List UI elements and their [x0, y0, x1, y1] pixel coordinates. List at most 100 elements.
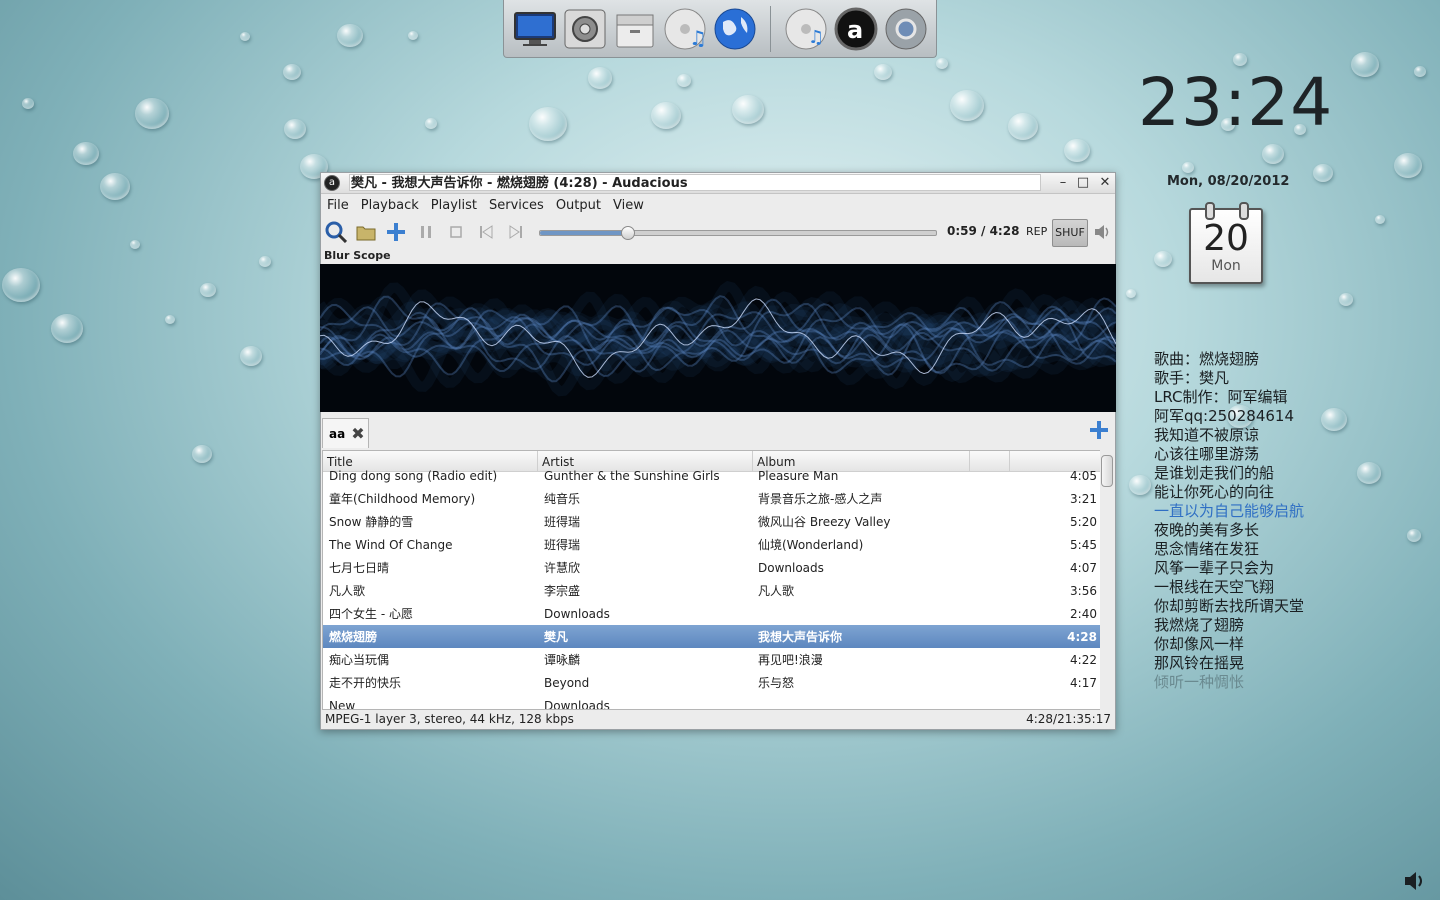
water-drop — [1394, 153, 1422, 179]
lyric-line: LRC制作：阿军编辑 — [1154, 388, 1288, 406]
water-drop — [936, 58, 948, 69]
track-title: 痴心当玩偶 — [329, 653, 390, 667]
track-title: 七月七日晴 — [329, 561, 390, 575]
calendar-day: 20 — [1203, 218, 1249, 259]
playlist-row[interactable]: 走不开的快乐 Beyond 乐与怒 4:17 — [323, 671, 1101, 694]
app-icon[interactable]: a — [324, 175, 340, 191]
playlist-scrollbar[interactable] — [1100, 450, 1114, 710]
water-drop — [1262, 144, 1284, 164]
seek-progress — [540, 231, 628, 235]
water-drop — [1375, 215, 1385, 224]
pause-button[interactable] — [411, 217, 441, 247]
water-drop — [651, 102, 681, 129]
file-manager-icon[interactable] — [612, 6, 658, 52]
playlist-row[interactable]: Ding dong song (Radio edit) Gunther & the… — [323, 464, 1101, 487]
previous-button[interactable] — [471, 217, 501, 247]
track-length: 2:40 — [1070, 606, 1097, 621]
water-drop — [1008, 113, 1038, 140]
track-length: 4:07 — [1070, 560, 1097, 575]
shuffle-toggle[interactable]: SHUF — [1052, 219, 1088, 247]
water-drop — [1064, 139, 1090, 163]
music-player-icon[interactable]: ♫ — [662, 6, 708, 52]
seek-slider[interactable] — [539, 226, 937, 240]
audacious-icon[interactable]: a — [833, 6, 879, 52]
water-drop — [283, 64, 301, 81]
playlist-row[interactable]: 痴心当玩偶 谭咏麟 再见吧!浪漫 4:22 — [323, 648, 1101, 671]
playlist-row[interactable]: 凡人歌 李宗盛 凡人歌 3:56 — [323, 579, 1101, 602]
calendar-widget[interactable]: 20 Mon — [1189, 202, 1263, 284]
settings-icon[interactable] — [562, 6, 608, 52]
playlist-row[interactable]: The Wind Of Change 班得瑞 仙境(Wonderland) 5:45 — [323, 533, 1101, 556]
calendar-weekday: Mon — [1211, 258, 1241, 274]
visualizer-label: Blur Scope — [324, 249, 391, 262]
water-drop — [1129, 475, 1151, 495]
track-artist: Downloads — [544, 606, 610, 621]
toolbar: 0:59 / 4:28 REP SHUF — [321, 216, 1115, 248]
chrome-icon[interactable] — [883, 6, 929, 52]
lyric-line: 我知道不被原谅 — [1154, 426, 1260, 444]
water-drop — [240, 32, 250, 41]
stop-button[interactable] — [441, 217, 471, 247]
playlist-tab[interactable]: aa ✖ — [322, 418, 369, 448]
repeat-toggle[interactable]: REP — [1026, 225, 1047, 238]
track-title: 童年(Childhood Memory) — [329, 492, 476, 506]
water-drop — [192, 445, 212, 463]
blur-scope-visualizer — [315, 264, 1121, 412]
track-title: 燃烧翅膀 — [329, 630, 378, 644]
playlist-row[interactable]: 童年(Childhood Memory) 纯音乐 背景音乐之旅-感人之声 3:21 — [323, 487, 1101, 510]
water-drop — [1339, 293, 1353, 306]
browser-globe-icon[interactable] — [712, 6, 758, 52]
menu-output[interactable]: Output — [550, 198, 607, 213]
window-title: 樊凡 - 我想大声告诉你 - 燃烧翅膀 (4:28) - Audacious — [349, 174, 1041, 191]
monitor-icon[interactable] — [512, 6, 558, 52]
seek-handle[interactable] — [621, 226, 636, 240]
close-button[interactable]: ✕ — [1095, 174, 1115, 192]
new-playlist-button[interactable] — [1089, 420, 1109, 444]
menu-bar: File Playback Playlist Services Output V… — [321, 194, 1115, 216]
plus-icon — [1090, 421, 1108, 439]
maximize-button[interactable]: □ — [1073, 174, 1093, 192]
menu-services[interactable]: Services — [483, 198, 550, 213]
add-button[interactable] — [381, 217, 411, 247]
water-drop — [950, 90, 984, 121]
minimize-button[interactable]: – — [1053, 174, 1073, 192]
title-bar[interactable]: a 樊凡 - 我想大声告诉你 - 燃烧翅膀 (4:28) - Audacious… — [321, 173, 1115, 194]
water-drop — [284, 119, 306, 139]
water-drop — [588, 67, 612, 89]
menu-file[interactable]: File — [321, 198, 355, 213]
search-button[interactable] — [321, 217, 351, 247]
dock: ♫ ♫ a — [503, 0, 937, 58]
volume-icon — [1095, 225, 1109, 239]
open-button[interactable] — [351, 217, 381, 247]
pause-icon — [421, 226, 431, 238]
playlist-rows: Ding dong song (Radio edit) Gunther & the… — [323, 464, 1101, 710]
scrollbar-thumb[interactable] — [1101, 455, 1113, 487]
svg-text:♫: ♫ — [808, 27, 824, 48]
track-album: Pleasure Man — [758, 468, 839, 483]
search-icon — [325, 221, 347, 243]
lyric-line: 那风铃在摇晃 — [1154, 654, 1245, 672]
playlist-row-selected[interactable]: 燃烧翅膀 樊凡 我想大声告诉你 4:28 — [323, 625, 1101, 648]
status-bar: MPEG-1 layer 3, stereo, 44 kHz, 128 kbps… — [321, 709, 1115, 729]
playlist-row[interactable]: New Downloads — [323, 694, 1101, 710]
volume-button[interactable] — [1093, 223, 1111, 245]
folder-icon — [356, 226, 376, 241]
menu-playlist[interactable]: Playlist — [425, 198, 483, 213]
track-album: 我想大声告诉你 — [758, 630, 843, 644]
close-tab-icon[interactable]: ✖ — [351, 424, 364, 443]
menu-view[interactable]: View — [607, 198, 650, 213]
menu-playback[interactable]: Playback — [355, 198, 425, 213]
playlist-row[interactable]: 七月七日晴 许慧欣 Downloads 4:07 — [323, 556, 1101, 579]
lyric-line: 思念情绪在发狂 — [1154, 540, 1260, 558]
playlist-row[interactable]: Snow 静静的雪 班得瑞 微风山谷 Breezy Valley 5:20 — [323, 510, 1101, 533]
music-disc-icon[interactable]: ♫ — [783, 6, 829, 52]
water-drop — [165, 315, 175, 324]
track-album: Downloads — [758, 560, 824, 575]
next-button[interactable] — [501, 217, 531, 247]
lyric-line-current: 一直以为自己能够启航 — [1154, 502, 1305, 520]
playlist-row[interactable]: 四个女生 - 心愿 Downloads 2:40 — [323, 602, 1101, 625]
tray-volume-icon[interactable] — [1403, 870, 1427, 898]
water-drop — [337, 24, 363, 48]
svg-text:♫: ♫ — [689, 26, 707, 50]
track-length: 4:22 — [1070, 652, 1097, 667]
